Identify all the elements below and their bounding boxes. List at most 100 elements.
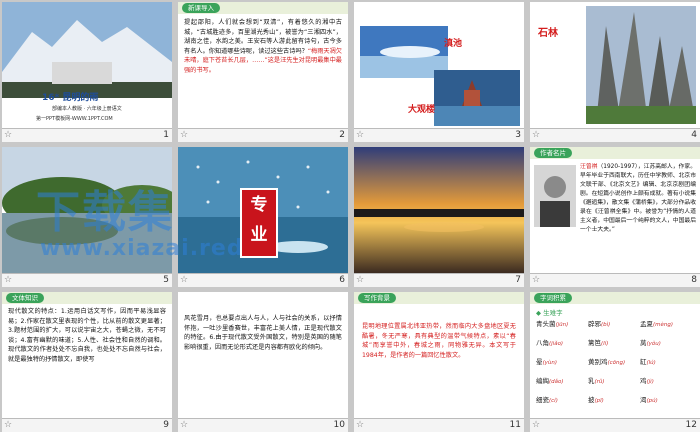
vocab-item: 孟夏(mèng) bbox=[640, 318, 692, 328]
slide-thumb-12[interactable]: 字词积累 ◆ 生难字 青头菌(jūn) 辟邪(bì) 孟夏(mèng) 八角(jiǎo… bbox=[528, 290, 700, 432]
vocab-pinyin: (jiǎo) bbox=[549, 341, 564, 347]
vocab-pinyin: (lí) bbox=[601, 341, 609, 347]
vocab-pinyin: (lú) bbox=[646, 360, 656, 366]
vocab-item: 细瓷(cí) bbox=[536, 394, 588, 404]
slide-number: 4 bbox=[691, 130, 697, 140]
slide-thumb-8[interactable]: 作者名片 汪曾祺（1920-1997），江苏高邮人，作家。早年毕业于西南联大，历… bbox=[528, 145, 700, 287]
slide-number: 2 bbox=[339, 130, 345, 140]
slide-thumb-4[interactable]: 石林 ☆ 4 bbox=[528, 0, 700, 142]
slide-1-title: 16* 昆明的雨 bbox=[42, 93, 99, 103]
vocab-item: 篱笆(lí) bbox=[588, 337, 640, 347]
vocab-pinyin: (jūn) bbox=[555, 322, 569, 328]
vocab-pinyin: (pī) bbox=[594, 398, 604, 404]
star-icon[interactable]: ☆ bbox=[180, 420, 188, 431]
star-icon[interactable]: ☆ bbox=[532, 275, 540, 286]
slide-number: 5 bbox=[163, 275, 169, 285]
slide-thumb-2[interactable]: 新课导入 提起邵阳，人们就会想到“双清”，有着悠久的湘中古城，“古城胜迹多，百里… bbox=[176, 0, 348, 142]
section-tag: 文体知识 bbox=[6, 293, 44, 303]
vocab-row: 细瓷(cí) 披(pī) 渴(pú) bbox=[536, 394, 692, 404]
slide-thumb-1[interactable]: 16* 昆明的雨 部编本人教版 · 六年级上册语文 第一PPT模板网-WWW.1… bbox=[0, 0, 172, 142]
vocab-pinyin: (jì) bbox=[646, 379, 654, 385]
section-tag: 写作背景 bbox=[358, 293, 396, 303]
vocab-pinyin: (pú) bbox=[646, 398, 658, 404]
vocab-item: 鸡(jì) bbox=[640, 375, 692, 385]
slide-1-subtitle: 部编本人教版 · 六年级上册语文 bbox=[52, 106, 122, 112]
vocab-pinyin: (rǔ) bbox=[594, 379, 605, 385]
logo-char: 专 bbox=[250, 195, 268, 215]
vocab-word: 孟夏 bbox=[640, 320, 653, 328]
slide-3-caption-2: 大观楼 bbox=[408, 105, 436, 115]
vocab-word: 辟邪 bbox=[588, 320, 601, 328]
star-icon[interactable]: ☆ bbox=[4, 130, 12, 141]
vocab-item: 莴(yǒu) bbox=[640, 337, 692, 347]
vocab-pinyin: (yùn) bbox=[542, 360, 558, 366]
slide-2-text: 提起邵阳，人们就会想到“双清”，有着悠久的湘中古城，“古城胜迹多，百里湖光秀山”… bbox=[184, 19, 342, 74]
vocab-word: 青头菌 bbox=[536, 320, 556, 328]
slide-4-caption: 石林 bbox=[538, 28, 558, 39]
vocab-word: 编綯 bbox=[536, 377, 549, 385]
author-portrait bbox=[534, 165, 576, 227]
slide-number: 10 bbox=[333, 420, 345, 430]
watermark-title: 下载集 bbox=[36, 187, 174, 238]
slide-number: 1 bbox=[163, 130, 169, 140]
vocab-item: 黄别鸡(cōng) bbox=[588, 356, 640, 366]
vocab-item: 辟邪(bì) bbox=[588, 318, 640, 328]
slide-thumb-3[interactable]: 滇池 大观楼 ☆ 3 bbox=[352, 0, 524, 142]
vocab-item: 披(pī) bbox=[588, 394, 640, 404]
vocab-word: 细瓷 bbox=[536, 396, 549, 404]
slide-9-text: 现代散文的特点：1.运用白话文写作，因而平易浅显容易；2.作家在散文里表现的个性… bbox=[8, 308, 166, 363]
vocab-row: 晕(yùn) 黄别鸡(cōng) 缸(lú) bbox=[536, 356, 692, 366]
vocab-row: 青头菌(jūn) 辟邪(bì) 孟夏(mèng) bbox=[536, 318, 692, 328]
vocab-pinyin: (yǒu) bbox=[646, 341, 661, 347]
vocab-pinyin: (cí) bbox=[549, 398, 558, 404]
section-tag: 新课导入 bbox=[182, 3, 220, 13]
slide-thumb-7[interactable]: ☆ 7 bbox=[352, 145, 524, 287]
slide-number: 3 bbox=[515, 130, 521, 140]
vocab-word: 篱笆 bbox=[588, 339, 601, 347]
slide-number: 7 bbox=[515, 275, 521, 285]
vocab-item: 编綯(dǎo) bbox=[536, 375, 588, 385]
vocab-pinyin: (dǎo) bbox=[549, 379, 564, 385]
slide-3-caption-1: 滇池 bbox=[444, 39, 463, 49]
vocab-item: 青头菌(jūn) bbox=[536, 318, 588, 328]
vocab-pinyin: (mèng) bbox=[653, 322, 674, 328]
star-icon[interactable]: ☆ bbox=[180, 275, 188, 286]
section-tag: 字词积累 bbox=[534, 293, 572, 303]
slide-thumb-9[interactable]: 文体知识 现代散文的特点：1.运用白话文写作，因而平易浅显容易；2.作家在散文里… bbox=[0, 290, 172, 432]
vocab-item: 缸(lú) bbox=[640, 356, 692, 366]
sunset-lake-photo bbox=[354, 147, 524, 273]
daguanlou-photo bbox=[434, 70, 520, 126]
watermark-url: www.xiazai.red bbox=[40, 236, 244, 261]
star-icon[interactable]: ☆ bbox=[532, 130, 540, 141]
slide-thumb-11[interactable]: 写作背景 昆明地理位置属北纬亚热带，然而临内大多盘地区夏无酷暑，冬无严寒，具有典… bbox=[352, 290, 524, 432]
star-icon[interactable]: ☆ bbox=[532, 420, 540, 431]
slide-number: 6 bbox=[339, 275, 345, 285]
slide-1-site: 第一PPT模板网-WWW.1PPT.COM bbox=[36, 116, 113, 122]
slide-number: 9 bbox=[163, 420, 169, 430]
star-icon[interactable]: ☆ bbox=[180, 130, 188, 141]
star-icon[interactable]: ☆ bbox=[4, 275, 12, 286]
vocab-row: 八角(jiǎo) 篱笆(lí) 莴(yǒu) bbox=[536, 337, 692, 347]
slide-12-subtitle: ◆ 生难字 bbox=[536, 309, 563, 317]
vocab-row: 编綯(dǎo) 乳(rǔ) 鸡(jì) bbox=[536, 375, 692, 385]
logo-char: 业 bbox=[250, 225, 268, 245]
slide-number: 12 bbox=[685, 420, 697, 430]
slide-11-text: 昆明地理位置属北纬亚热带，然而临内大多盘地区夏无酷暑，冬无严寒，具有典型的温带气… bbox=[362, 323, 516, 359]
slide-8-text: 汪曾祺（1920-1997），江苏高邮人，作家。早年毕业于西南联大，历任中学教师… bbox=[580, 164, 696, 233]
star-icon[interactable]: ☆ bbox=[356, 420, 364, 431]
star-icon[interactable]: ☆ bbox=[356, 275, 364, 286]
vocab-word: 黄别鸡 bbox=[588, 358, 608, 366]
star-icon[interactable]: ☆ bbox=[356, 130, 364, 141]
vocab-item: 渴(pú) bbox=[640, 394, 692, 404]
slide-number: 11 bbox=[509, 420, 521, 430]
slide-thumb-10[interactable]: 风花雪月，也总要点出人与人，人与社会的关系，以抒情怀抱，一吐沙里香赛世，丰富花上… bbox=[176, 290, 348, 432]
vocab-item: 八角(jiǎo) bbox=[536, 337, 588, 347]
watermark-logo: 专业 bbox=[240, 188, 278, 258]
vocab-item: 乳(rǔ) bbox=[588, 375, 640, 385]
vocab-pinyin: (cōng) bbox=[607, 360, 626, 366]
vocab-item: 晕(yùn) bbox=[536, 356, 588, 366]
section-tag: 作者名片 bbox=[534, 148, 572, 158]
slide-10-text: 风花雪月，也总要点出人与人，人与社会的关系，以抒情怀抱，一吐沙里香赛世，丰富花上… bbox=[184, 315, 342, 351]
star-icon[interactable]: ☆ bbox=[4, 420, 12, 431]
stone-forest-photo bbox=[586, 6, 696, 124]
